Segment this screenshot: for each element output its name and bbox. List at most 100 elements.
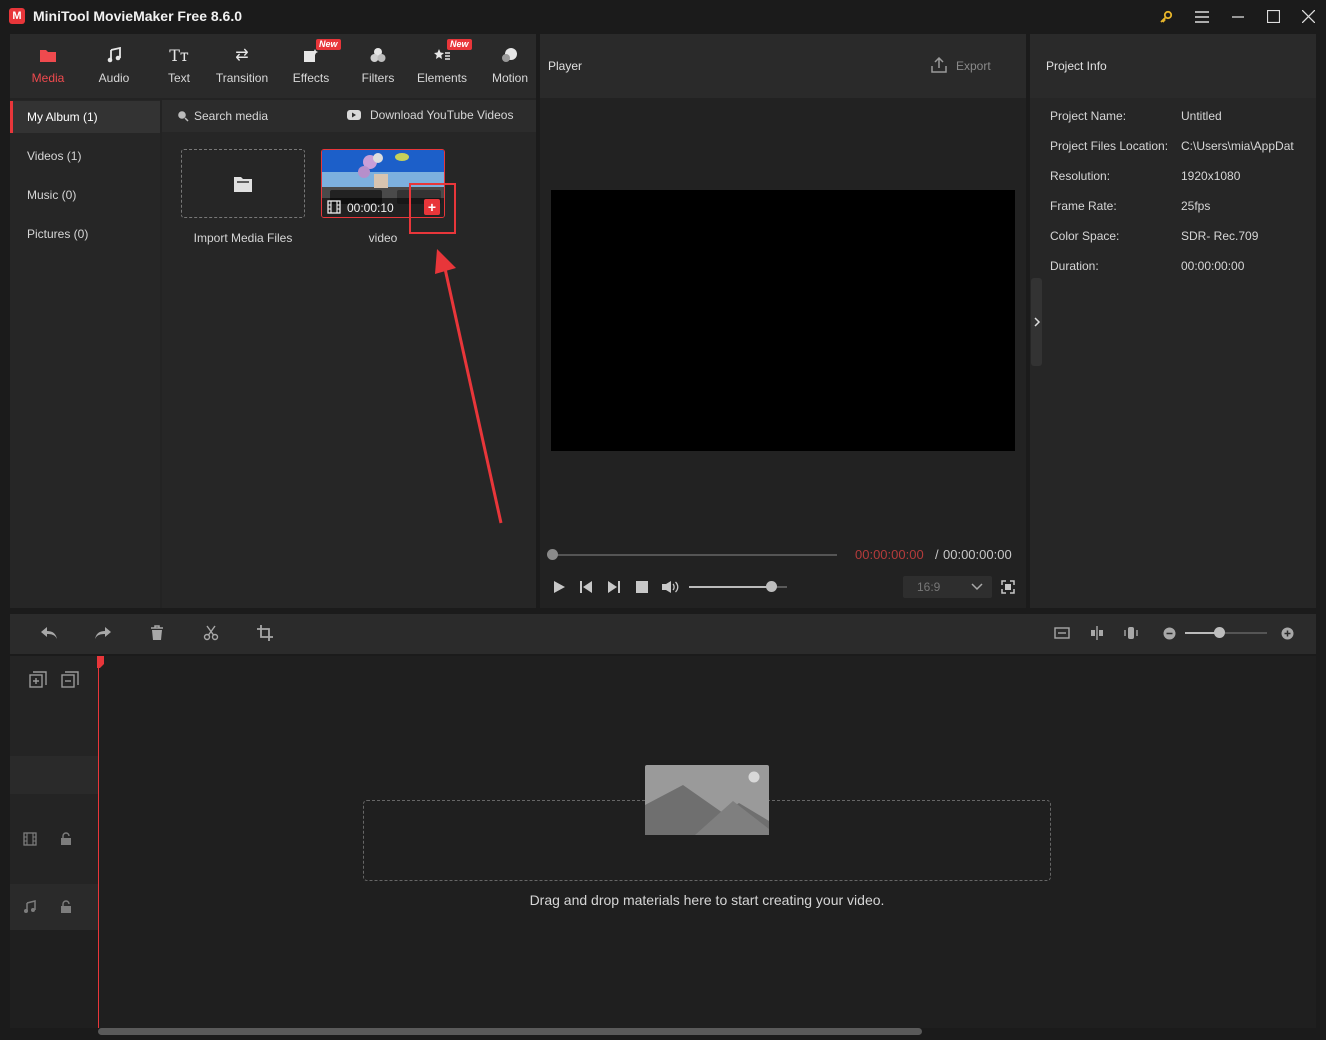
stop-icon[interactable]	[635, 580, 649, 597]
chevron-right-icon	[1033, 316, 1041, 330]
motion-icon	[478, 47, 542, 65]
sidebar-item-label: Videos (1)	[27, 149, 82, 163]
total-time: 00:00:00:00	[943, 547, 1012, 562]
key-icon[interactable]	[1154, 6, 1178, 28]
tab-motion-label: Motion	[491, 71, 529, 85]
new-badge: New	[316, 39, 341, 50]
tab-motion[interactable]: Motion	[478, 34, 542, 98]
tab-media[interactable]: Media	[16, 34, 80, 98]
tab-transition-label: Transition	[215, 71, 269, 85]
info-value-duration: 00:00:00:00	[1181, 259, 1245, 273]
current-time: 00:00:00:00	[855, 547, 924, 562]
info-value-color-space: SDR- Rec.709	[1181, 229, 1259, 243]
maximize-icon[interactable]	[1261, 6, 1285, 28]
app-title: MiniTool MovieMaker Free 8.6.0	[33, 8, 243, 24]
main-toolbar: Media Audio Tт Text ⇄ Transition New Eff…	[10, 34, 536, 98]
remove-track-icon[interactable]	[61, 671, 79, 692]
progress-handle[interactable]	[547, 549, 558, 560]
add-track-icon[interactable]	[29, 671, 47, 692]
delete-icon[interactable]	[149, 625, 165, 644]
highlight-box	[409, 183, 456, 234]
progress-track[interactable]	[552, 554, 837, 556]
new-badge: New	[447, 39, 472, 50]
folder-icon	[233, 175, 253, 196]
info-value-project-name: Untitled	[1181, 109, 1222, 123]
clip-duration: 00:00:10	[347, 201, 394, 215]
track-header-row	[10, 756, 98, 794]
info-key-resolution: Resolution:	[1050, 169, 1111, 183]
music-note-icon	[82, 46, 146, 65]
tab-text[interactable]: Tт Text	[147, 34, 211, 98]
video-track-icon	[23, 832, 37, 849]
sidebar-item-label: My Album (1)	[27, 110, 98, 124]
swap-arrows-icon: ⇄	[235, 47, 249, 64]
player-header	[540, 34, 1026, 98]
time-separator: /	[935, 547, 939, 562]
tab-elements[interactable]: New Elements	[410, 34, 474, 98]
audio-mixer-icon[interactable]	[1123, 625, 1139, 644]
text-icon: Tт	[169, 46, 189, 65]
app-logo: M	[9, 8, 25, 24]
zoom-track[interactable]	[1185, 632, 1267, 634]
download-youtube-button[interactable]: Download YouTube Videos	[370, 108, 513, 122]
search-input[interactable]: Search media	[194, 109, 268, 123]
aspect-ratio-select[interactable]: 16:9	[903, 576, 992, 598]
tab-elements-label: Elements	[416, 71, 468, 85]
sidebar-item-my-album[interactable]: My Album (1)	[10, 101, 160, 133]
tab-filters[interactable]: Filters	[346, 34, 410, 98]
redo-icon[interactable]	[94, 625, 112, 644]
play-icon[interactable]	[552, 580, 566, 597]
export-button[interactable]: Export	[956, 59, 991, 73]
fit-timeline-icon[interactable]	[1054, 625, 1070, 644]
sidebar-item-videos[interactable]: Videos (1)	[10, 140, 160, 172]
minimize-icon[interactable]	[1226, 6, 1250, 28]
info-value-frame-rate: 25fps	[1181, 199, 1211, 213]
sidebar-item-label: Music (0)	[27, 188, 77, 202]
info-key-color-space: Color Space:	[1050, 229, 1120, 243]
tab-audio-label: Audio	[98, 71, 130, 85]
lock-icon[interactable]	[60, 900, 72, 917]
sidebar-item-music[interactable]: Music (0)	[10, 179, 160, 211]
playhead-line[interactable]	[98, 656, 99, 1028]
import-media-button[interactable]	[181, 149, 305, 218]
info-value-location: C:\Users\mia\AppDat	[1181, 139, 1294, 153]
volume-fill	[689, 586, 772, 588]
tab-effects-label: Effects	[292, 71, 330, 85]
undo-icon[interactable]	[40, 625, 58, 644]
close-icon[interactable]	[1296, 6, 1320, 28]
playhead-marker[interactable]	[97, 656, 105, 668]
tab-transition[interactable]: ⇄ Transition	[210, 34, 274, 98]
import-media-label: Import Media Files	[193, 231, 293, 245]
info-key-duration: Duration:	[1050, 259, 1099, 273]
aspect-ratio-value: 16:9	[917, 580, 941, 594]
menu-icon[interactable]	[1190, 6, 1214, 28]
info-key-project-name: Project Name:	[1050, 109, 1127, 123]
collapse-panel-button[interactable]	[1031, 278, 1042, 366]
crop-icon[interactable]	[257, 625, 273, 644]
volume-icon[interactable]	[661, 580, 679, 597]
zoom-in-icon[interactable]	[1281, 627, 1294, 643]
timeline-scrollbar[interactable]	[98, 1028, 922, 1035]
tab-text-label: Text	[167, 71, 190, 85]
snap-icon[interactable]	[1089, 625, 1105, 644]
next-frame-icon[interactable]	[607, 580, 621, 597]
previous-frame-icon[interactable]	[579, 580, 593, 597]
project-info-title: Project Info	[1046, 59, 1107, 73]
filters-icon	[346, 47, 410, 65]
info-key-frame-rate: Frame Rate:	[1050, 199, 1117, 213]
tab-audio[interactable]: Audio	[82, 34, 146, 98]
search-icon	[177, 110, 189, 125]
folder-icon	[16, 47, 80, 65]
info-value-resolution: 1920x1080	[1181, 169, 1241, 183]
dropzone-text: Drag and drop materials here to start cr…	[529, 892, 885, 908]
player-preview-screen	[551, 190, 1015, 451]
tab-effects[interactable]: New Effects	[279, 34, 343, 98]
audio-track-icon	[23, 900, 37, 917]
fullscreen-icon[interactable]	[1001, 580, 1015, 597]
chevron-down-icon	[971, 581, 983, 595]
split-scissors-icon[interactable]	[203, 625, 219, 644]
lock-icon[interactable]	[60, 832, 72, 849]
sidebar-item-pictures[interactable]: Pictures (0)	[10, 218, 160, 250]
zoom-out-icon[interactable]	[1163, 627, 1176, 643]
player-title: Player	[548, 59, 583, 73]
